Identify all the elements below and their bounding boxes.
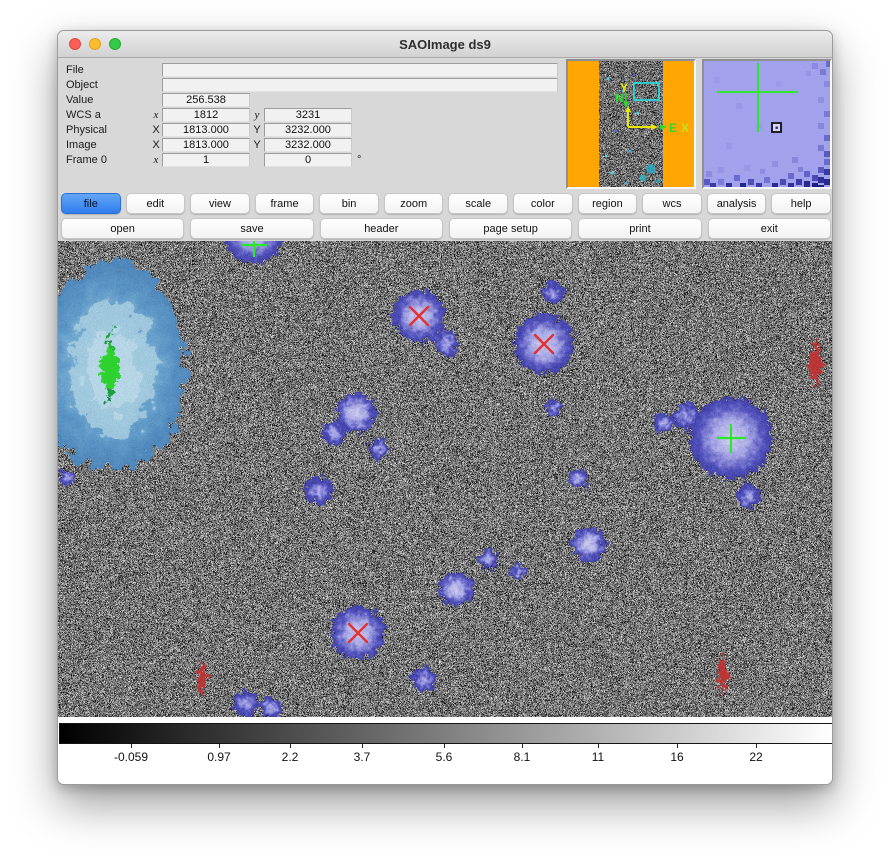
colorbar-tick-label: 16 [670,750,683,764]
file-label: File [66,64,150,76]
object-label: Object [66,79,150,91]
page-setup-button[interactable]: page setup [449,218,572,239]
info-row-frame: Frame 0 x 1 0 ° [66,152,361,167]
image-x-field[interactable]: 1813.000 [162,138,250,152]
physical-y-field[interactable]: 3232.000 [264,123,352,137]
menu-color[interactable]: color [513,193,573,214]
header-button[interactable]: header [320,218,443,239]
colorbar-tick-label: 22 [749,750,762,764]
wcs-x-field[interactable]: 1812 [162,108,250,122]
physical-x-field[interactable]: 1813.000 [162,123,250,137]
colorbar-tick-label: 2.2 [282,750,299,764]
colorbar-tick-label: -0.059 [114,750,148,764]
info-row-physical: Physical X 1813.000 Y 3232.000 [66,122,352,137]
image-y-field[interactable]: 3232.000 [264,138,352,152]
info-row-wcs: WCS a x 1812 y 3231 [66,107,352,122]
wcs-y-field[interactable]: 3231 [264,108,352,122]
magnifier[interactable] [702,59,832,189]
menu-bin[interactable]: bin [319,193,379,214]
wcs-label: WCS a [66,109,150,121]
image-x-label: X [150,139,162,151]
menu-bar: file edit view frame bin zoom scale colo… [58,192,833,217]
print-button[interactable]: print [578,218,701,239]
open-button[interactable]: open [61,218,184,239]
physical-y-label: Y [250,124,264,136]
traffic-lights [69,38,121,50]
menu-zoom[interactable]: zoom [384,193,444,214]
info-panel: File Object Value 256.538 WCS a x 1812 y… [58,58,833,192]
exit-button[interactable]: exit [708,218,831,239]
compass-x-axis-label: X [681,121,689,135]
compass-east-label: E [669,121,677,135]
magnifier-cursor-pixel [772,123,781,132]
menu-scale[interactable]: scale [448,193,508,214]
menu-edit[interactable]: edit [126,193,186,214]
menu-help[interactable]: help [771,193,831,214]
zoom-window-button[interactable] [109,38,121,50]
menu-wcs[interactable]: wcs [642,193,702,214]
file-field[interactable] [162,63,558,77]
physical-x-label: X [150,124,162,136]
menu-frame[interactable]: frame [255,193,315,214]
menu-analysis[interactable]: analysis [707,193,767,214]
frame-rotation-field[interactable]: 0 [264,153,352,167]
degree-symbol: ° [357,154,361,166]
frame-zoom-field[interactable]: 1 [162,153,250,167]
image-label: Image [66,139,150,151]
colorbar-section: -0.059 0.97 2.2 3.7 5.6 8.1 11 16 22 [58,717,833,785]
value-label: Value [66,94,150,106]
frame-label: Frame 0 [66,154,150,166]
menu-file[interactable]: file [61,193,121,214]
info-row-image: Image X 1813.000 Y 3232.000 [66,137,352,152]
colorbar-tick-label: 5.6 [436,750,453,764]
image-y-label: Y [250,139,264,151]
colorbar[interactable] [59,723,833,744]
save-button[interactable]: save [190,218,313,239]
value-field[interactable]: 256.538 [162,93,250,107]
panner[interactable]: Y N E X [566,59,696,189]
info-row-value: Value 256.538 [66,92,250,107]
colorbar-tick-label: 0.97 [207,750,230,764]
menu-view[interactable]: view [190,193,250,214]
wcs-x-label: x [150,109,162,121]
wcs-y-label: y [250,109,264,121]
compass-north-label: N [615,91,624,105]
titlebar[interactable]: SAOImage ds9 [58,31,832,58]
close-button[interactable] [69,38,81,50]
command-bar: open save header page setup print exit [58,217,833,242]
window-title: SAOImage ds9 [58,37,832,52]
menu-region[interactable]: region [578,193,638,214]
colorbar-tick-label: 8.1 [514,750,531,764]
ds9-window: SAOImage ds9 File Object Value 256.538 W… [57,30,833,785]
physical-label: Physical [66,124,150,136]
colorbar-tick-label: 11 [592,750,604,764]
info-row-object: Object [66,77,558,92]
desktop: SAOImage ds9 File Object Value 256.538 W… [0,0,889,862]
image-display[interactable] [58,241,833,717]
info-row-file: File [66,62,558,77]
frame-x-label: x [150,154,162,166]
colorbar-tick-label: 3.7 [354,750,371,764]
minimize-button[interactable] [89,38,101,50]
object-field[interactable] [162,78,558,92]
